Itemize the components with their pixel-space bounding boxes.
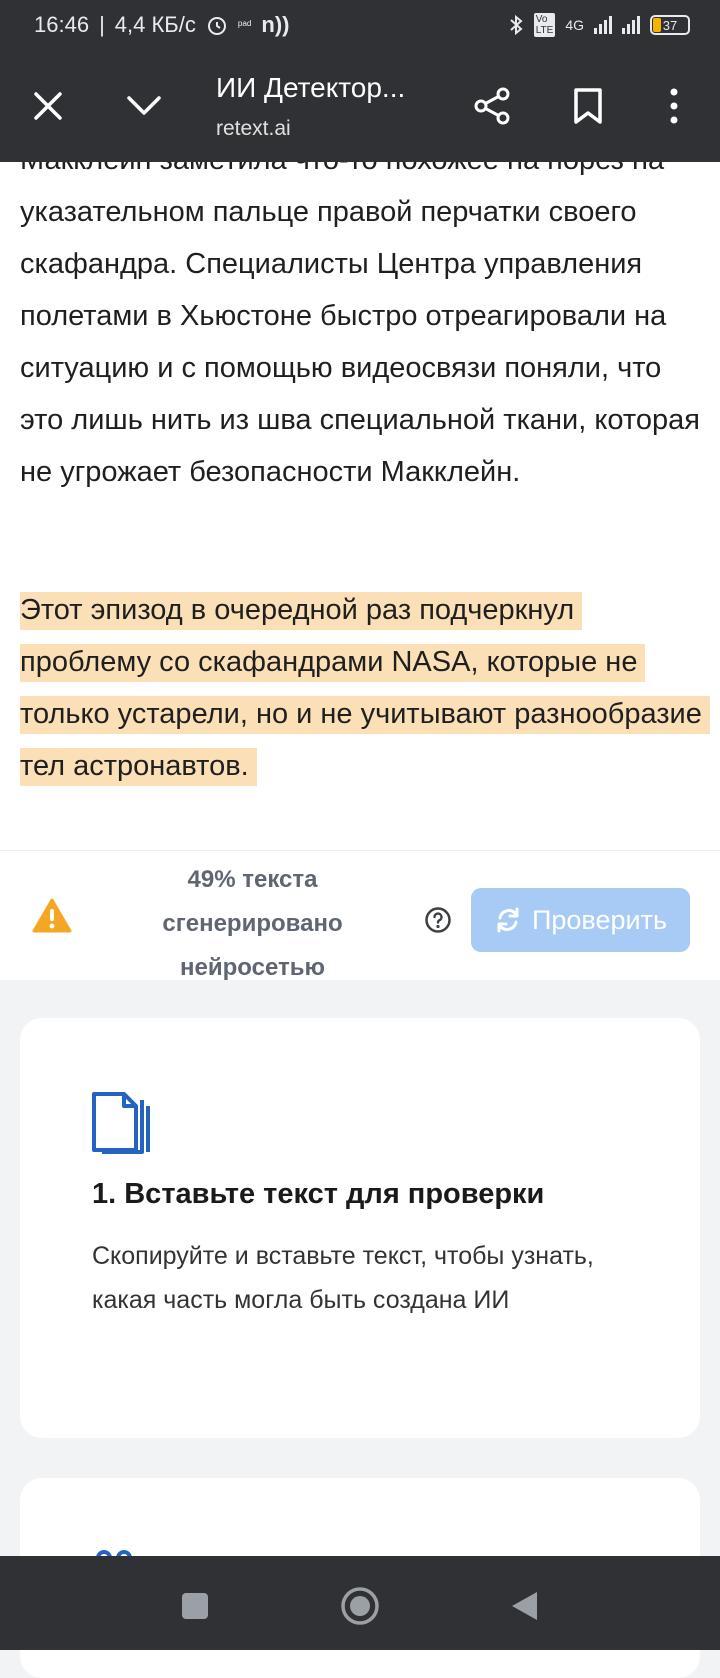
page-title: ИИ Детектор... bbox=[216, 72, 406, 103]
recents-icon bbox=[182, 1593, 208, 1619]
check-button-label: Проверить bbox=[531, 904, 668, 935]
page-url: retext.ai bbox=[216, 117, 291, 140]
battery-level: 37 bbox=[662, 17, 678, 33]
bluetooth-icon bbox=[510, 14, 523, 36]
article-paragraph-1: Макклейн заметила что-то похожее на поре… bbox=[20, 162, 700, 488]
status-bar: 16:46 | 4,4 КБ/с ᵖᵃᵈ n)) Vo LTE 4G 37 bbox=[0, 0, 720, 50]
network-type: 4G bbox=[565, 17, 584, 33]
home-button[interactable] bbox=[330, 1576, 390, 1636]
status-speed: 4,4 КБ/с bbox=[114, 12, 196, 37]
n-icon: n)) bbox=[261, 12, 290, 37]
ai-highlighted-text: Этот эпизод в очередной раз подчеркнул п… bbox=[20, 592, 710, 786]
step-1-title: 1. Вставьте текст для проверки bbox=[92, 1178, 545, 1210]
close-button[interactable] bbox=[20, 78, 76, 134]
close-icon bbox=[34, 92, 62, 120]
warning-icon bbox=[32, 898, 72, 933]
step-1-description: Скопируйте и вставьте текст, чтобы узнат… bbox=[92, 1242, 594, 1314]
text-area[interactable]: Макклейн заметила что-то похожее на поре… bbox=[0, 162, 720, 850]
signal-2-icon bbox=[622, 16, 640, 34]
share-button[interactable] bbox=[464, 78, 520, 134]
share-icon bbox=[474, 87, 510, 125]
back-button[interactable] bbox=[494, 1576, 554, 1636]
article-paragraph-2: Этот эпизод в очередной раз подчеркнул п… bbox=[20, 584, 710, 792]
signal-icon bbox=[594, 16, 612, 34]
battery-icon: 37 bbox=[650, 15, 690, 35]
chevron-down-icon bbox=[127, 96, 161, 115]
alarm-icon bbox=[207, 17, 226, 35]
home-icon bbox=[341, 1587, 379, 1625]
status-time: 16:46 bbox=[34, 12, 90, 37]
document-icon bbox=[92, 1092, 150, 1154]
browser-toolbar: ИИ Детектор... retext.ai bbox=[0, 50, 720, 162]
ai-result-text: 49% текста сгенерировано нейросетью bbox=[162, 866, 343, 981]
back-icon bbox=[512, 1592, 537, 1620]
nfc-icon: ᵖᵃᵈ bbox=[237, 18, 252, 32]
refresh-icon bbox=[497, 907, 519, 933]
more-vert-icon bbox=[670, 88, 678, 124]
system-navigation-bar bbox=[0, 1556, 720, 1650]
check-button[interactable]: Проверить bbox=[471, 888, 690, 952]
bookmark-icon bbox=[574, 88, 602, 124]
help-icon[interactable] bbox=[424, 906, 452, 934]
volte-icon: Vo LTE bbox=[533, 13, 556, 37]
minimize-button[interactable] bbox=[116, 78, 172, 134]
recents-button[interactable] bbox=[165, 1576, 225, 1636]
more-menu-button[interactable] bbox=[646, 78, 702, 134]
step-card-1: 1. Вставьте текст для проверки Скопируйт… bbox=[20, 1018, 700, 1438]
bookmark-button[interactable] bbox=[560, 78, 616, 134]
